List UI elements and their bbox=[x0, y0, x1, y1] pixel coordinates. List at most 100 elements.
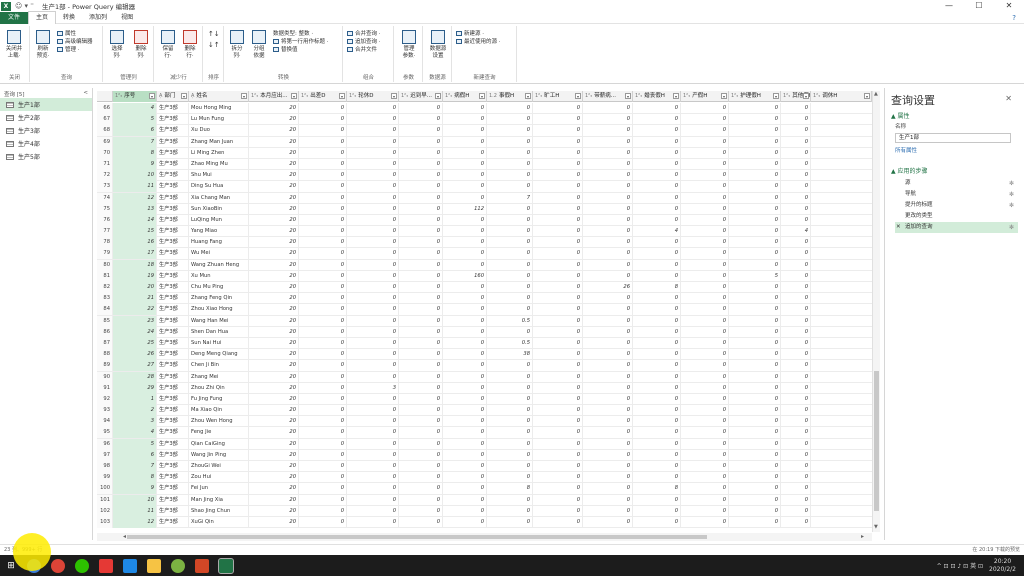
row-number-cell[interactable]: 78 bbox=[97, 237, 113, 249]
table-cell[interactable]: 0 bbox=[487, 405, 533, 417]
table-cell[interactable]: 0 bbox=[583, 483, 633, 495]
table-cell[interactable]: 0 bbox=[729, 147, 781, 159]
table-row[interactable]: 80 18 生产3部 Wang Zhuan Heng 20 0 0 0 0 0 0 0 0 0 0 0 bbox=[97, 259, 872, 271]
table-row[interactable]: 84 22 生产3部 Zhou Xiao Hong 20 0 0 0 0 0 0 0 0 0 0 0 bbox=[97, 304, 872, 316]
column-filter-icon[interactable]: ▾ bbox=[435, 93, 441, 99]
keep-rows-button[interactable]: 保留 行· bbox=[157, 30, 179, 59]
table-cell[interactable]: 0 bbox=[533, 259, 583, 271]
table-cell[interactable]: LuQing Mun bbox=[189, 214, 249, 226]
table-cell[interactable]: 7 bbox=[113, 136, 157, 148]
table-cell[interactable]: 0 bbox=[729, 237, 781, 249]
table-cell[interactable]: 0 bbox=[681, 304, 729, 316]
table-cell[interactable]: 20 bbox=[249, 158, 299, 170]
table-cell[interactable]: 0 bbox=[487, 326, 533, 338]
table-cell[interactable]: 生产3部 bbox=[157, 181, 189, 193]
table-cell[interactable]: 19 bbox=[113, 270, 157, 282]
table-cell[interactable]: 0 bbox=[299, 405, 347, 417]
table-cell[interactable]: 20 bbox=[113, 282, 157, 293]
table-cell[interactable]: 0 bbox=[347, 427, 399, 439]
table-cell[interactable]: 20 bbox=[249, 505, 299, 517]
table-cell[interactable]: 20 bbox=[249, 349, 299, 361]
table-cell[interactable]: 0 bbox=[681, 248, 729, 260]
table-cell[interactable]: 9 bbox=[113, 483, 157, 495]
table-cell[interactable]: 0 bbox=[347, 405, 399, 417]
table-cell[interactable]: 0 bbox=[347, 505, 399, 517]
table-cell[interactable]: 0 bbox=[487, 461, 533, 472]
table-cell[interactable]: 20 bbox=[249, 304, 299, 316]
table-cell[interactable]: 1 bbox=[113, 393, 157, 405]
row-number-cell[interactable]: 73 bbox=[97, 181, 113, 193]
column-filter-icon[interactable]: ▾ bbox=[864, 93, 870, 99]
table-cell[interactable]: 0 bbox=[347, 192, 399, 204]
table-cell[interactable]: 生产3部 bbox=[157, 158, 189, 170]
table-cell[interactable]: 7 bbox=[113, 461, 157, 472]
table-cell[interactable]: 0 bbox=[443, 416, 487, 428]
table-cell[interactable]: 0 bbox=[729, 449, 781, 461]
table-cell[interactable]: 0 bbox=[487, 125, 533, 137]
applied-steps-section[interactable]: ▲ 应用的步骤 bbox=[885, 163, 1024, 176]
table-cell[interactable]: 9 bbox=[113, 158, 157, 170]
table-cell[interactable]: 0 bbox=[443, 237, 487, 249]
column-header[interactable]: 1²₃ 婚丧假H ▾ bbox=[633, 91, 681, 102]
table-cell[interactable]: 0 bbox=[347, 147, 399, 159]
table-cell[interactable]: 0 bbox=[583, 170, 633, 182]
table-cell[interactable]: 0 bbox=[347, 416, 399, 428]
table-cell[interactable]: Zhou Wen Hong bbox=[189, 416, 249, 428]
table-cell[interactable]: Xu Mun bbox=[189, 270, 249, 282]
table-cell[interactable]: 0 bbox=[533, 427, 583, 439]
table-cell[interactable]: 0 bbox=[347, 360, 399, 372]
table-cell[interactable]: 26 bbox=[113, 349, 157, 361]
table-cell[interactable]: 0 bbox=[583, 494, 633, 506]
table-cell[interactable]: 15 bbox=[113, 226, 157, 238]
table-cell[interactable]: 0 bbox=[729, 248, 781, 260]
table-cell[interactable]: 21 bbox=[113, 293, 157, 305]
query-item[interactable]: 生产5部 bbox=[0, 150, 92, 163]
table-cell[interactable]: 0 bbox=[533, 304, 583, 316]
table-cell[interactable]: 生产3部 bbox=[157, 192, 189, 204]
table-cell[interactable]: Wang Han Mei bbox=[189, 315, 249, 327]
table-cell[interactable]: Zhang Feng Qin bbox=[189, 293, 249, 305]
table-cell[interactable]: 0 bbox=[633, 449, 681, 461]
column-type-icon[interactable]: 1²₃ bbox=[635, 93, 642, 99]
table-cell[interactable]: 6 bbox=[113, 125, 157, 137]
column-header[interactable]: 1²₃ 序号 ▾ bbox=[113, 91, 157, 102]
table-cell[interactable]: 0 bbox=[347, 248, 399, 260]
table-cell[interactable]: 0 bbox=[583, 349, 633, 361]
applied-step[interactable]: 导航 ✻ bbox=[895, 189, 1018, 200]
table-cell[interactable]: 0 bbox=[487, 438, 533, 450]
table-cell[interactable]: 0 bbox=[533, 114, 583, 126]
column-type-icon[interactable]: 1²₃ bbox=[251, 93, 258, 99]
row-number-header[interactable] bbox=[97, 91, 113, 102]
row-number-cell[interactable]: 68 bbox=[97, 125, 113, 137]
table-cell[interactable]: 0 bbox=[729, 371, 781, 383]
delete-step-icon[interactable]: ✕ bbox=[896, 222, 901, 233]
table-cell[interactable]: Ma Xiao Qin bbox=[189, 405, 249, 417]
table-cell[interactable]: 0 bbox=[633, 293, 681, 305]
query-item[interactable]: 生产3部 bbox=[0, 124, 92, 137]
table-cell[interactable]: 20 bbox=[249, 516, 299, 528]
table-cell[interactable]: 13 bbox=[113, 203, 157, 215]
table-cell[interactable]: 20 bbox=[249, 214, 299, 226]
table-cell[interactable]: 0 bbox=[347, 203, 399, 215]
table-cell[interactable]: 0 bbox=[583, 416, 633, 428]
row-number-cell[interactable]: 98 bbox=[97, 461, 113, 472]
manage-parameters-button[interactable]: 管理 参数· bbox=[398, 30, 420, 59]
table-cell[interactable]: 0 bbox=[399, 461, 443, 472]
table-cell[interactable]: 0 bbox=[681, 505, 729, 517]
table-cell[interactable]: 生产3部 bbox=[157, 326, 189, 338]
row-number-cell[interactable]: 100 bbox=[97, 483, 113, 495]
table-cell[interactable]: 20 bbox=[249, 259, 299, 271]
step-settings-gear-icon[interactable]: ✻ bbox=[1009, 222, 1014, 233]
table-cell[interactable]: 生产3部 bbox=[157, 427, 189, 439]
table-cell[interactable]: 0 bbox=[487, 226, 533, 238]
table-cell[interactable]: 0 bbox=[583, 516, 633, 528]
table-cell[interactable]: 0 bbox=[681, 472, 729, 484]
table-cell[interactable]: 0 bbox=[487, 181, 533, 193]
table-cell[interactable]: 0 bbox=[633, 181, 681, 193]
applied-step[interactable]: 更改的类型 bbox=[895, 211, 1018, 222]
row-number-cell[interactable]: 66 bbox=[97, 103, 113, 114]
table-cell[interactable]: 0 bbox=[487, 170, 533, 182]
file-explorer-icon[interactable] bbox=[147, 558, 161, 573]
table-cell[interactable]: 0 bbox=[729, 516, 781, 528]
table-cell[interactable]: 20 bbox=[249, 472, 299, 484]
